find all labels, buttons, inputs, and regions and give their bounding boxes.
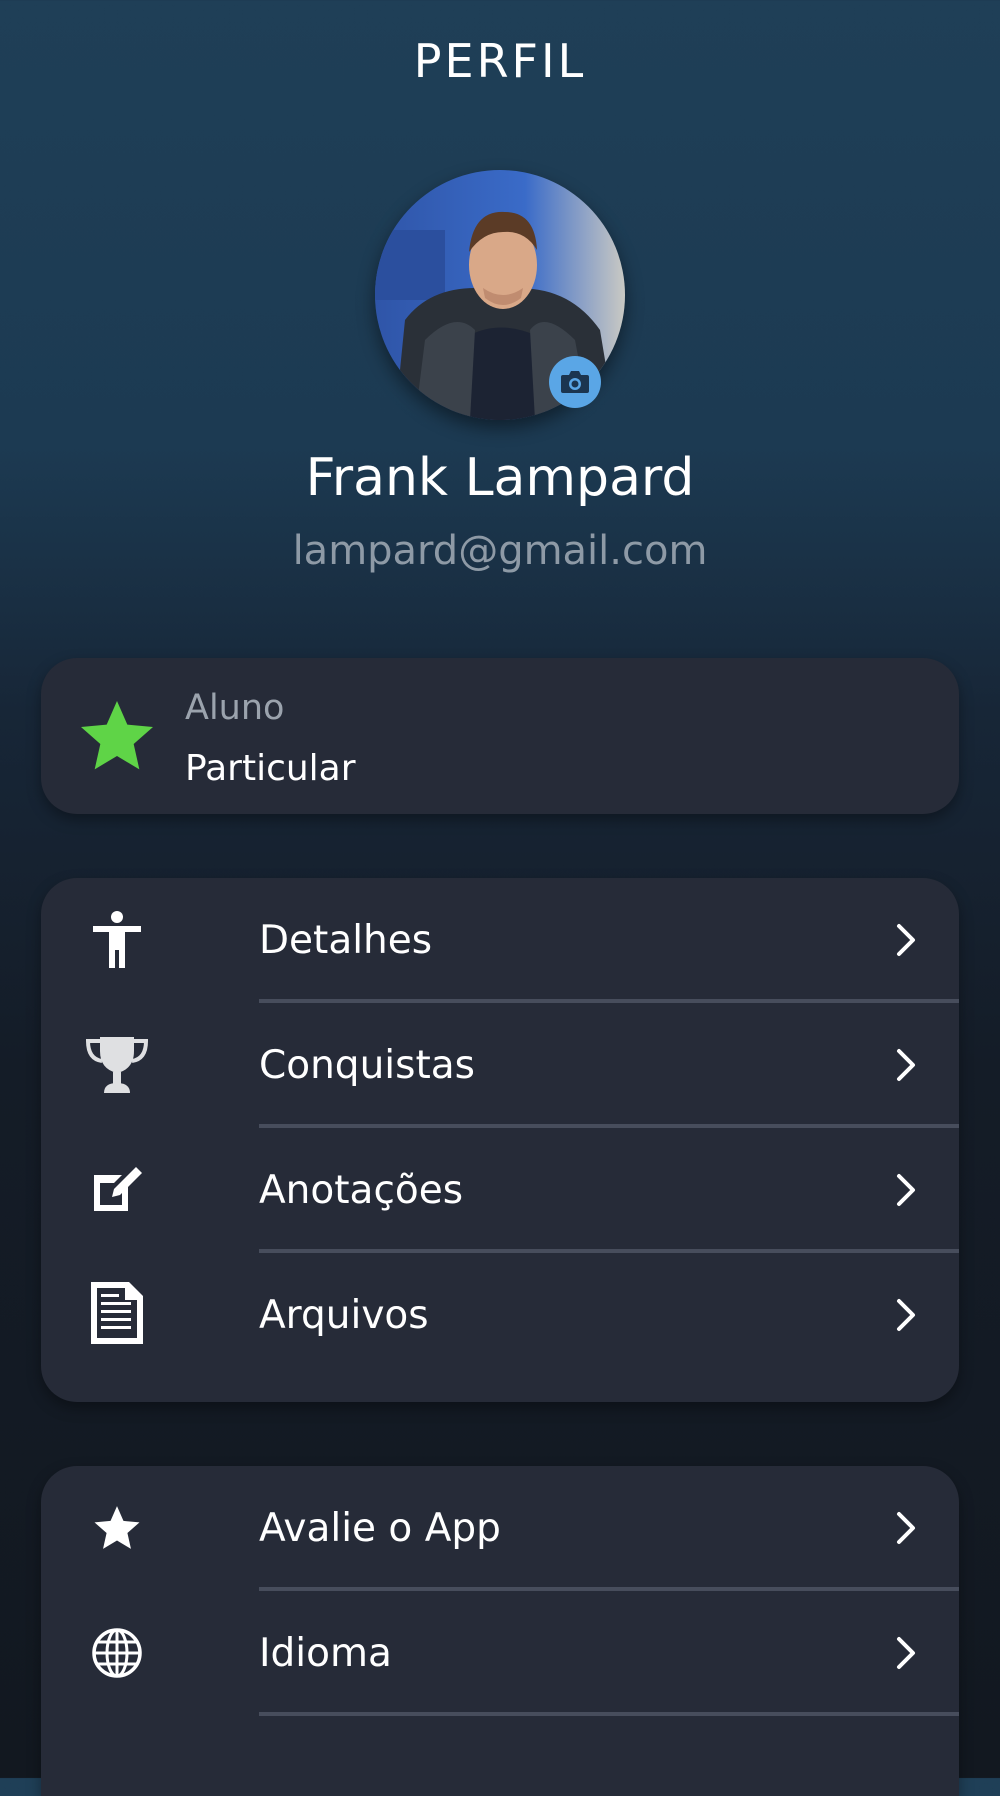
menu-item-idioma[interactable]: Idioma [41, 1591, 959, 1716]
star-icon [81, 701, 153, 770]
chevron-right-icon [897, 1299, 915, 1331]
menu-item-label: Anotações [259, 1168, 464, 1213]
menu-item-label: Detalhes [259, 918, 433, 963]
chevron-right-icon [897, 1637, 915, 1669]
menu-item-anotacoes[interactable]: Anotações [41, 1128, 959, 1253]
divider [259, 1712, 959, 1716]
edit-note-icon [81, 1154, 153, 1226]
chevron-right-icon [897, 924, 915, 956]
document-icon [81, 1273, 153, 1353]
menu-item-label: Arquivos [259, 1293, 429, 1338]
profile-menu: Detalhes Conquistas Anotações Arquivos [41, 878, 959, 1402]
globe-icon [81, 1617, 153, 1689]
menu-item-label: Conquistas [259, 1043, 475, 1088]
profile-email: lampard@gmail.com [292, 528, 708, 574]
page-title: PERFIL [413, 34, 587, 88]
menu-item-label: Avalie o App [259, 1506, 501, 1551]
role-card: Aluno Particular [41, 658, 959, 814]
change-photo-button[interactable] [549, 356, 601, 408]
menu-item-conquistas[interactable]: Conquistas [41, 1003, 959, 1128]
person-icon [81, 904, 153, 976]
trophy-icon [81, 1029, 153, 1101]
avatar-container[interactable] [375, 170, 625, 420]
app-menu: Avalie o App Idioma [41, 1466, 959, 1796]
menu-item-avalie-app[interactable]: Avalie o App [41, 1466, 959, 1591]
profile-name: Frank Lampard [305, 448, 695, 508]
chevron-right-icon [897, 1512, 915, 1544]
menu-item-label: Idioma [259, 1631, 392, 1676]
chevron-right-icon [897, 1049, 915, 1081]
chevron-right-icon [897, 1174, 915, 1206]
camera-icon [561, 371, 589, 393]
menu-item-arquivos[interactable]: Arquivos [41, 1253, 959, 1378]
star-icon [81, 1492, 153, 1564]
role-label: Aluno [185, 688, 285, 728]
menu-item-detalhes[interactable]: Detalhes [41, 878, 959, 1003]
role-value: Particular [185, 748, 356, 789]
